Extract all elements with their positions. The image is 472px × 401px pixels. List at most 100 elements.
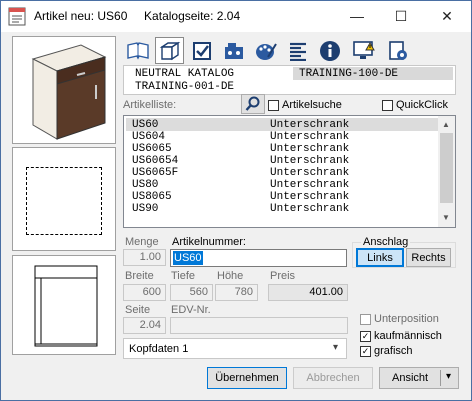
list-item[interactable]: US60654 Unterschrank [126, 155, 440, 167]
top-view-outline [26, 167, 102, 235]
catalog-info-panel: NEUTRAL KATALOG TRAINING-100-DE TRAINING… [123, 65, 456, 95]
list-item[interactable]: US60 Unterschrank [126, 119, 440, 131]
artikelnummer-field[interactable]: US60 [170, 249, 347, 267]
ansicht-label: Ansicht [392, 372, 429, 384]
unterposition-box[interactable] [360, 313, 371, 325]
grafisch-checkbox[interactable]: ✓ grafisch [360, 345, 413, 357]
uebernehmen-button[interactable]: Übernehmen [207, 367, 287, 389]
seite-field[interactable]: 2.04 [123, 317, 166, 334]
artikel-list[interactable]: US60 Unterschrank US604 Unterschrank US606… [123, 115, 456, 228]
palette-icon[interactable] [251, 37, 280, 64]
settings-doc-icon[interactable] [383, 37, 412, 64]
item-code: US60 [132, 119, 159, 131]
menge-field[interactable]: 1.00 [123, 249, 166, 266]
uebernehmen-label: Übernehmen [215, 372, 279, 384]
tiefe-field[interactable]: 560 [170, 284, 213, 301]
item-type: Unterschrank [270, 155, 350, 167]
list-rows: US60 Unterschrank US604 Unterschrank US606… [126, 119, 440, 215]
list-item[interactable]: US8065 Unterschrank [126, 191, 440, 203]
cube-icon[interactable] [155, 37, 184, 64]
list-item[interactable]: US6065 Unterschrank [126, 143, 440, 155]
breite-field[interactable]: 600 [123, 284, 166, 301]
info-icon[interactable] [315, 37, 344, 64]
unterposition-label: Unterposition [374, 313, 439, 325]
list-scrollbar[interactable]: ▲ ▼ [438, 116, 455, 227]
minimize-icon: — [350, 8, 364, 24]
preis-field: 401.00 [268, 284, 348, 301]
preview-front-panel[interactable] [12, 255, 116, 355]
item-type: Unterschrank [270, 131, 350, 143]
artikelsuche-box[interactable] [268, 99, 279, 111]
check-icon: ✓ [361, 345, 370, 356]
search-button[interactable] [241, 94, 265, 114]
links-label: Links [367, 251, 393, 264]
book-icon[interactable] [123, 37, 152, 64]
item-type: Unterschrank [270, 203, 350, 215]
machine-icon[interactable] [219, 37, 248, 64]
maximize-icon: ☐ [394, 7, 408, 24]
monitor-warning-icon[interactable] [349, 37, 378, 64]
preview-top-panel[interactable] [12, 147, 116, 251]
scroll-down-icon[interactable]: ▼ [442, 213, 450, 222]
preis-label: Preis [270, 270, 296, 282]
abbrechen-button: Abbrechen [293, 367, 373, 389]
item-code: US60654 [132, 155, 179, 167]
item-code: US8065 [132, 191, 172, 203]
check-icon: ✓ [361, 330, 370, 341]
ansicht-dropdown-icon[interactable]: ▾ [446, 371, 451, 382]
app-icon [8, 6, 26, 26]
maximize-button[interactable]: ☐ [379, 1, 423, 31]
list-item[interactable]: US80 Unterschrank [126, 179, 440, 191]
kaufmaennisch-box[interactable]: ✓ [360, 330, 371, 342]
search-icon [245, 96, 260, 111]
list-item[interactable]: US90 Unterschrank [126, 203, 440, 215]
item-code: US604 [132, 131, 166, 143]
kaufmaennisch-checkbox[interactable]: ✓ kaufmännisch [360, 330, 442, 342]
artikelsuche-label: Artikelsuche [282, 99, 342, 111]
quickclick-checkbox[interactable]: QuickClick [382, 99, 448, 111]
catalog-code: TRAINING-100-DE [299, 68, 399, 80]
minimize-button[interactable]: — [335, 1, 379, 31]
edv-field[interactable] [170, 317, 348, 334]
unterposition-checkbox[interactable]: Unterposition [360, 313, 439, 325]
list-item[interactable]: US604 Unterschrank [126, 131, 440, 143]
item-type: Unterschrank [270, 143, 350, 155]
anschlag-label: Anschlag [361, 236, 411, 248]
scroll-up-icon[interactable]: ▲ [442, 120, 450, 129]
artikelsuche-checkbox[interactable]: Artikelsuche [268, 99, 342, 111]
catalog-training: TRAINING-001-DE [135, 81, 235, 93]
edv-label: EDV-Nr. [171, 304, 211, 316]
item-code: US90 [132, 203, 159, 215]
cabinet-3d-image [31, 44, 107, 140]
item-code: US80 [132, 179, 159, 191]
window-title: Artikel neu: US60 Katalogseite: 2.04 [34, 9, 241, 23]
cabinet-front-drawing [34, 265, 98, 347]
grafisch-label: grafisch [374, 345, 413, 357]
item-code: US6065 [132, 143, 172, 155]
ansicht-button[interactable]: Ansicht ▾ [379, 367, 459, 389]
scroll-thumb[interactable] [440, 133, 453, 203]
rechts-button[interactable]: Rechts [406, 248, 451, 267]
list-item[interactable]: US6065F Unterschrank [126, 167, 440, 179]
artikelnummer-value: US60 [173, 251, 203, 265]
checkbox-icon[interactable] [187, 37, 216, 64]
artikelliste-label: Artikelliste: [123, 99, 177, 111]
item-type: Unterschrank [270, 191, 350, 203]
rechts-label: Rechts [411, 251, 446, 264]
grafisch-box[interactable]: ✓ [360, 345, 371, 357]
preview-3d-panel[interactable] [12, 36, 116, 144]
abbrechen-label: Abbrechen [306, 372, 360, 384]
kaufmaennisch-label: kaufmännisch [374, 330, 442, 342]
quickclick-box[interactable] [382, 99, 393, 111]
hoehe-field[interactable]: 780 [215, 284, 258, 301]
close-icon: ✕ [441, 7, 453, 24]
menge-label: Menge [125, 236, 159, 248]
close-button[interactable]: ✕ [425, 1, 469, 31]
artikelnummer-label: Artikelnummer: [172, 236, 246, 248]
links-button[interactable]: Links [356, 248, 404, 267]
tiefe-label: Tiefe [171, 270, 196, 282]
text-align-icon[interactable] [283, 37, 312, 64]
seite-label: Seite [125, 304, 151, 316]
kopfdaten-select[interactable]: Kopfdaten 1 ▾ [123, 338, 347, 359]
kopfdaten-value: Kopfdaten 1 [129, 343, 189, 355]
